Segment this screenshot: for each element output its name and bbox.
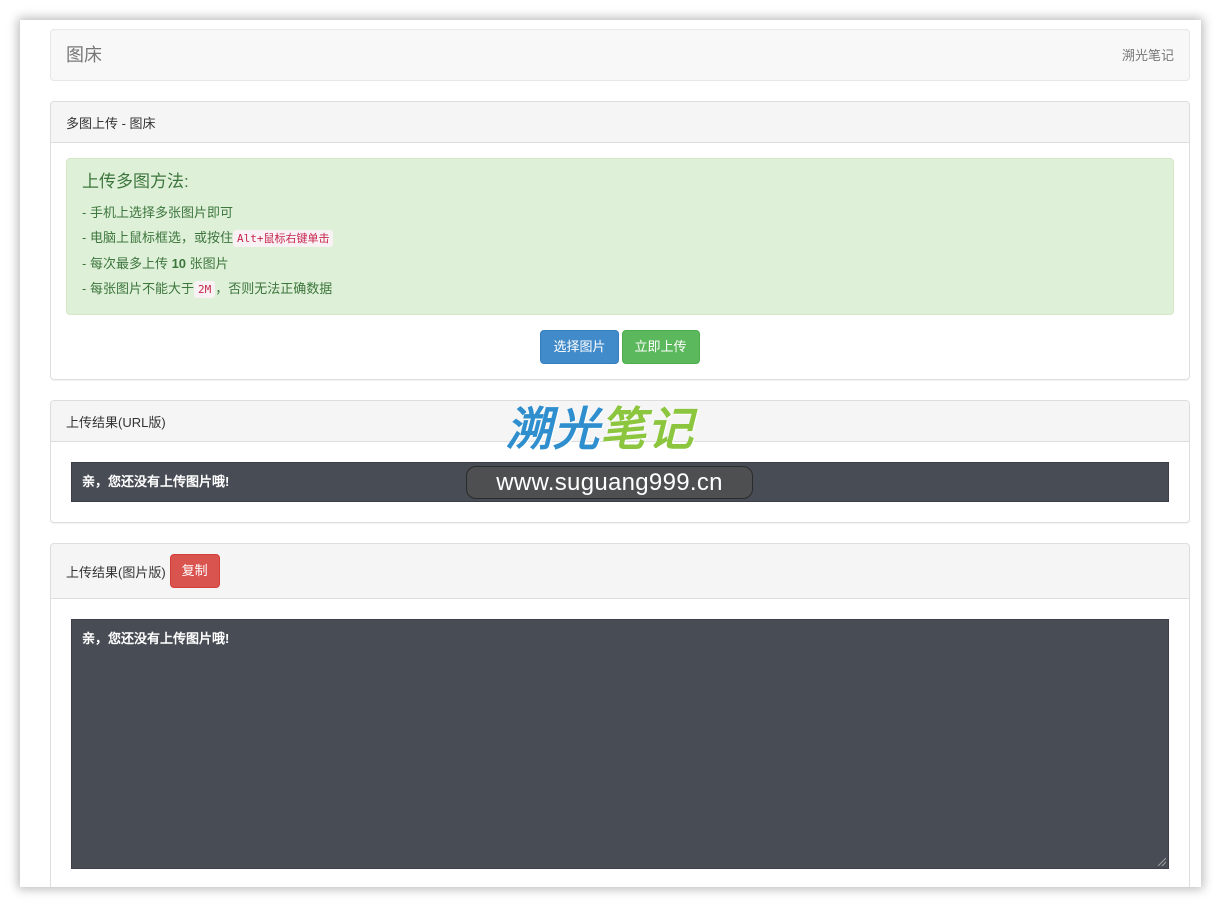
- image-result-heading: 上传结果(图片版) 复制: [51, 544, 1189, 599]
- url-result-title: 上传结果(URL版): [66, 414, 166, 430]
- upload-panel-heading: 多图上传 - 图床: [51, 102, 1189, 143]
- watermark-logo-part1: 溯光: [506, 402, 600, 456]
- navbar-brand[interactable]: 图床: [66, 45, 102, 65]
- instruction-limit-count: 10: [171, 256, 187, 271]
- watermark-logo-part2: 笔记: [600, 402, 694, 456]
- upload-now-button[interactable]: 立即上传: [621, 330, 700, 364]
- image-result-message: 亲，您还没有上传图片哦!: [82, 631, 230, 646]
- image-result-title: 上传结果(图片版): [66, 564, 166, 580]
- instruction-size-suffix: ，否则无法正确数据: [215, 281, 333, 296]
- upload-button-row: 选择图片 立即上传: [51, 330, 1189, 364]
- page-frame: 图床 溯光笔记 多图上传 - 图床 上传多图方法: - 手机上选择多张图片即可 …: [20, 20, 1201, 887]
- image-result-panel: 上传结果(图片版) 复制 亲，您还没有上传图片哦!: [50, 543, 1190, 887]
- copy-button[interactable]: 复制: [169, 554, 220, 588]
- instruction-line-mobile: - 手机上选择多张图片即可: [82, 200, 1158, 225]
- instruction-limit-prefix: - 每次最多上传: [82, 256, 172, 271]
- instruction-line-limit: - 每次最多上传 10 张图片: [82, 251, 1158, 276]
- instruction-desktop-text: - 电脑上鼠标框选，或按住: [82, 230, 233, 245]
- size-limit-code: 2M: [193, 281, 216, 298]
- instruction-mobile-text: - 手机上选择多张图片即可: [82, 205, 233, 220]
- instruction-limit-suffix: 张图片: [186, 256, 229, 271]
- upload-instructions-alert: 上传多图方法: - 手机上选择多张图片即可 - 电脑上鼠标框选，或按住 Alt+鼠…: [66, 158, 1174, 315]
- image-result-textarea[interactable]: 亲，您还没有上传图片哦!: [71, 619, 1169, 869]
- watermark-url: www.suguang999.cn: [466, 466, 753, 499]
- upload-panel: 多图上传 - 图床 上传多图方法: - 手机上选择多张图片即可 - 电脑上鼠标框…: [50, 101, 1190, 380]
- resize-handle-icon[interactable]: [1158, 858, 1166, 866]
- upload-panel-title: 多图上传 - 图床: [66, 115, 156, 131]
- instruction-line-size: - 每张图片不能大于 2M ，否则无法正确数据: [82, 276, 1158, 302]
- instructions-heading: 上传多图方法:: [82, 172, 189, 191]
- select-images-button[interactable]: 选择图片: [540, 330, 619, 364]
- watermark-logo: 溯光笔记: [506, 403, 694, 455]
- navbar-site-link[interactable]: 溯光笔记: [1122, 48, 1174, 64]
- instruction-size-prefix: - 每张图片不能大于: [82, 281, 194, 296]
- shortcut-code: Alt+鼠标右键单击: [232, 230, 334, 247]
- navbar: 图床 溯光笔记: [50, 29, 1190, 81]
- instruction-line-desktop: - 电脑上鼠标框选，或按住 Alt+鼠标右键单击: [82, 225, 1158, 251]
